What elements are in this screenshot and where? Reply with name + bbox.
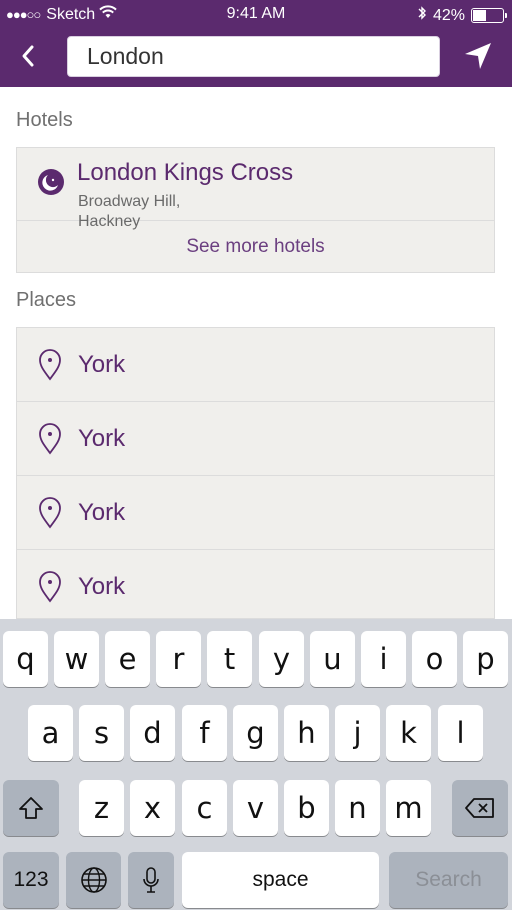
search-key[interactable]: Search [389,852,508,908]
dictation-key[interactable] [128,852,174,908]
microphone-icon [143,867,159,893]
battery-percent: 42% [432,6,465,24]
place-result[interactable]: York [17,402,494,476]
search-field[interactable] [67,36,440,77]
globe-key[interactable] [66,852,121,908]
key-x[interactable]: x [130,780,175,836]
map-pin-icon [39,497,61,529]
status-bar: ●●●○○ Sketch 9:41 AM 42% [0,0,512,28]
hotel-address-line2: Hackney [78,213,141,230]
place-result[interactable]: York [17,476,494,550]
key-e[interactable]: e [105,631,150,687]
key-n[interactable]: n [335,780,380,836]
key-b[interactable]: b [284,780,329,836]
key-r[interactable]: r [156,631,201,687]
map-pin-icon [39,571,61,603]
hotel-logo-icon [38,169,64,195]
place-result[interactable]: York [17,328,494,402]
key-s[interactable]: s [79,705,124,761]
place-name: York [78,351,126,378]
key-u[interactable]: u [310,631,355,687]
hotel-name: London Kings Cross [77,159,294,186]
back-button[interactable] [12,40,44,72]
key-g[interactable]: g [233,705,278,761]
top-bar: ●●●○○ Sketch 9:41 AM 42% [0,0,512,87]
place-name: York [78,425,126,452]
key-o[interactable]: o [412,631,457,687]
place-name: York [78,573,126,600]
key-f[interactable]: f [182,705,227,761]
shift-key[interactable] [3,780,59,836]
map-pin-icon [39,349,61,381]
current-location-button[interactable] [460,38,496,74]
hotel-address-line1: Broadway Hill, [78,193,181,210]
key-m[interactable]: m [386,780,431,836]
key-v[interactable]: v [233,780,278,836]
key-y[interactable]: y [259,631,304,687]
space-key[interactable]: space [182,852,379,908]
onscreen-keyboard: q w e r t y u i o p a s d f g h j k l z … [0,619,512,910]
key-c[interactable]: c [182,780,227,836]
key-i[interactable]: i [361,631,406,687]
numbers-key[interactable]: 123 [3,852,59,908]
places-panel: York York York York [16,327,495,619]
place-name: York [78,499,126,526]
hotels-panel: London Kings Cross Broadway Hill, Hackne… [16,147,495,273]
hotels-section-title: Hotels [16,109,73,131]
hotel-result[interactable]: London Kings Cross Broadway Hill, Hackne… [17,148,494,230]
key-t[interactable]: t [207,631,252,687]
key-z[interactable]: z [79,780,124,836]
location-arrow-icon [465,43,491,69]
key-h[interactable]: h [284,705,329,761]
delete-key[interactable] [452,780,508,836]
key-p[interactable]: p [463,631,508,687]
places-section-title: Places [16,289,77,311]
chevron-left-icon [22,45,34,67]
key-a[interactable]: a [28,705,73,761]
key-w[interactable]: w [54,631,99,687]
search-input[interactable] [68,37,439,76]
backspace-icon [465,798,494,818]
key-q[interactable]: q [3,631,48,687]
place-result[interactable]: York [17,550,494,618]
key-l[interactable]: l [438,705,483,761]
key-k[interactable]: k [386,705,431,761]
hotel-address: Broadway Hill, Hackney [78,192,278,232]
key-d[interactable]: d [130,705,175,761]
globe-icon [80,867,107,893]
battery-icon [471,8,507,23]
shift-arrow-icon [19,797,43,819]
bluetooth-icon [417,5,427,26]
key-j[interactable]: j [335,705,380,761]
map-pin-icon [39,423,61,455]
